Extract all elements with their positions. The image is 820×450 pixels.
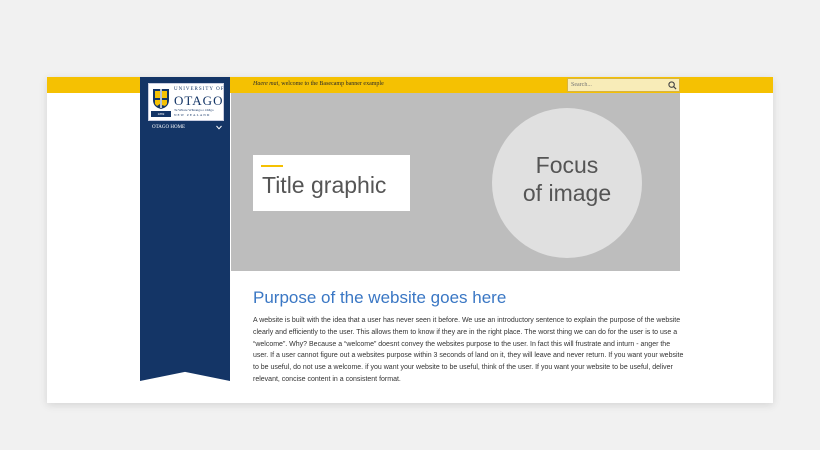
logo-maori-name: Te Whare Wānanga o Otāgo <box>174 108 214 112</box>
since-badge: 1869 <box>151 111 171 117</box>
focus-text: Focus of image <box>492 151 642 207</box>
logo-university-text: UNIVERSITY OF <box>174 87 224 92</box>
welcome-message: Haere mai, welcome to the Basecamp banne… <box>253 81 384 87</box>
search-icon[interactable] <box>668 81 677 90</box>
logo-university-word: UNIVERSITY <box>174 87 214 92</box>
university-logo[interactable]: 1869 UNIVERSITY OF OTAGO Te Whare Wānang… <box>148 83 224 121</box>
page-heading: Purpose of the website goes here <box>253 288 507 307</box>
welcome-greeting: Haere mai <box>253 81 279 87</box>
chevron-down-icon[interactable] <box>216 125 222 130</box>
focus-text-line-1: Focus <box>535 152 599 178</box>
focus-of-image-circle: Focus of image <box>492 108 642 258</box>
title-graphic-box: Title graphic <box>253 155 410 211</box>
search-input[interactable] <box>571 80 666 90</box>
browser-frame: Haere mai, welcome to the Basecamp banne… <box>47 77 773 403</box>
logo-country: NEW ZEALAND <box>174 113 211 117</box>
otago-home-label: OTAGO HOME <box>152 125 186 130</box>
otago-home-link[interactable]: OTAGO HOME <box>152 123 222 132</box>
title-graphic-text: Title graphic <box>262 172 387 198</box>
hero-banner: Title graphic Focus of image <box>231 93 680 271</box>
logo-name: OTAGO <box>174 93 224 108</box>
title-accent-line <box>261 165 283 167</box>
intro-paragraph: A website is built with the idea that a … <box>253 317 684 383</box>
crest-icon <box>153 89 169 109</box>
focus-text-line-2: of image <box>522 180 612 206</box>
logo-of-word: OF <box>216 87 225 92</box>
search-box[interactable] <box>567 78 680 92</box>
sidebar-ribbon: 1869 UNIVERSITY OF OTAGO Te Whare Wānang… <box>140 77 230 381</box>
welcome-text: , welcome to the Basecamp banner example <box>278 81 384 87</box>
